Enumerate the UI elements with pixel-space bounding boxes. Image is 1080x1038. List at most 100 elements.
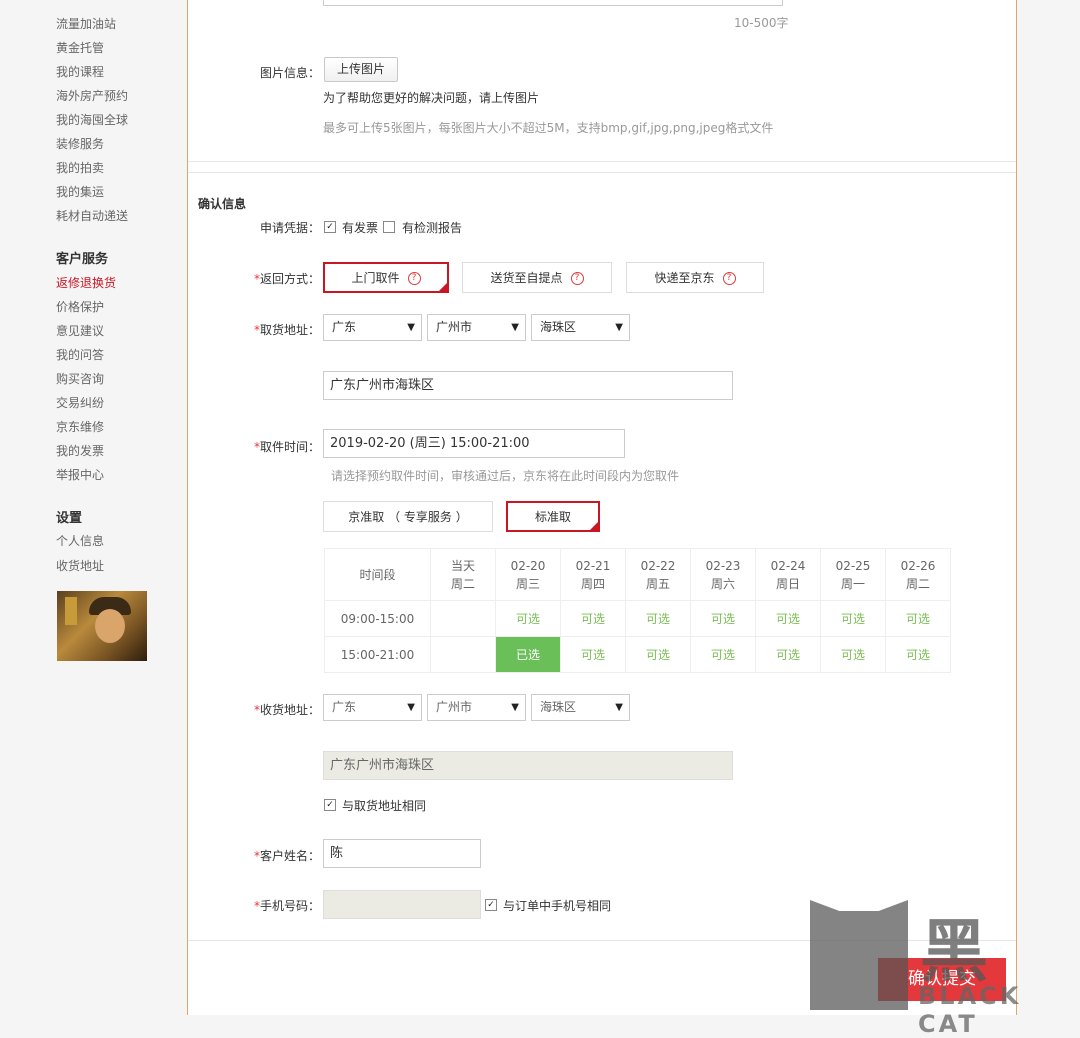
- schedule-cell-available[interactable]: 可选: [495, 600, 561, 637]
- pickup-province-select[interactable]: 广东 ▼: [323, 314, 422, 341]
- receive-address-label: *收货地址：: [254, 703, 321, 717]
- submit-button[interactable]: 确认提交: [878, 958, 1006, 1001]
- schedule-date: 02-24: [770, 558, 806, 573]
- sidebar-nav-item[interactable]: 黄金托管: [56, 39, 104, 56]
- description-textarea[interactable]: [323, 0, 783, 6]
- pickup-time-hint: 请选择预约取件时间，审核通过后，京东将在此时间段内为您取件: [331, 469, 680, 483]
- sidebar-nav-item[interactable]: 流量加油站: [56, 15, 116, 32]
- voucher-label: 申请凭据：: [260, 221, 321, 235]
- customer-name-label: *客户姓名：: [254, 849, 321, 863]
- return-option-pickup[interactable]: 上门取件?: [323, 262, 449, 293]
- selected-corner-icon: [438, 282, 448, 292]
- sidebar-settings-item[interactable]: 收货地址: [56, 557, 104, 574]
- schedule-cell-available[interactable]: 可选: [755, 636, 821, 673]
- receive-district-select[interactable]: 海珠区 ▼: [531, 694, 630, 721]
- sidebar-nav-item[interactable]: 我的集运: [56, 183, 104, 200]
- sidebar-nav-item[interactable]: 我的课程: [56, 63, 104, 80]
- sidebar-service-item[interactable]: 京东维修: [56, 418, 104, 435]
- receive-province-select[interactable]: 广东 ▼: [323, 694, 422, 721]
- sidebar-nav-item[interactable]: 海外房产预约: [56, 87, 128, 104]
- return-option-express[interactable]: 快递至京东?: [626, 262, 764, 293]
- confirm-section-title: 确认信息: [198, 197, 247, 211]
- help-icon[interactable]: ?: [570, 272, 584, 285]
- service-option-standard[interactable]: 标准取: [506, 501, 600, 532]
- pickup-address-label: *取货地址：: [254, 323, 321, 337]
- sidebar-service-item[interactable]: 购买咨询: [56, 370, 104, 387]
- schedule-cell-available[interactable]: 可选: [560, 600, 626, 637]
- dropdown-arrow-icon: ▼: [615, 702, 623, 713]
- schedule-cell-available[interactable]: 可选: [625, 636, 691, 673]
- help-icon[interactable]: ?: [407, 272, 421, 285]
- sidebar-nav-item[interactable]: 装修服务: [56, 135, 104, 152]
- pickup-time-label: *取件时间：: [254, 440, 321, 454]
- sidebar-service-item[interactable]: 我的发票: [56, 442, 104, 459]
- same-address-label: 与取货地址相同: [342, 799, 427, 813]
- schedule-date-header: 02-21 周四: [560, 548, 626, 601]
- dropdown-arrow-icon: ▼: [407, 322, 415, 333]
- user-avatar[interactable]: [57, 591, 147, 661]
- page-margin: [1017, 0, 1080, 1015]
- schedule-cell-available[interactable]: 可选: [560, 636, 626, 673]
- schedule-cell-available[interactable]: 可选: [755, 600, 821, 637]
- sidebar-service-item[interactable]: 价格保护: [56, 298, 104, 315]
- pickup-district-select[interactable]: 海珠区 ▼: [531, 314, 630, 341]
- schedule-cell-available[interactable]: 可选: [690, 600, 756, 637]
- schedule-date: 当天: [450, 558, 475, 573]
- upload-limit: 最多可上传5张图片，每张图片大小不超过5M，支持bmp,gif,jpg,png,…: [323, 121, 774, 135]
- same-address-checkbox[interactable]: ✓: [324, 799, 336, 811]
- sidebar-service-title: 客户服务: [56, 252, 109, 267]
- pickup-time-input[interactable]: 2019-02-20 (周三) 15:00-21:00: [323, 429, 625, 458]
- pickup-city-select[interactable]: 广州市 ▼: [427, 314, 526, 341]
- schedule-date-header: 02-25 周一: [820, 548, 886, 601]
- dropdown-arrow-icon: ▼: [511, 702, 519, 713]
- sidebar-service-item[interactable]: 返修退换货: [56, 274, 116, 291]
- sidebar: 流量加油站黄金托管我的课程海外房产预约 我的海囤全球 装修服务我的拍卖我的集运耗材自…: [0, 0, 166, 1015]
- report-label: 有检测报告: [402, 221, 463, 235]
- schedule-date: 02-25: [835, 558, 871, 573]
- dropdown-arrow-icon: ▼: [615, 322, 623, 333]
- char-count: 10-500字: [734, 16, 789, 30]
- schedule-row: 09:00-15:00 可选 可选 可选 可选 可选 可选 可选: [324, 600, 951, 637]
- sidebar-nav-item[interactable]: 我的海囤全球: [56, 111, 128, 128]
- schedule-weekday: 周四: [580, 576, 605, 591]
- pickup-address-detail-input[interactable]: 广东广州市海珠区: [323, 371, 733, 400]
- phone-input: [323, 890, 481, 919]
- help-icon[interactable]: ?: [722, 272, 736, 285]
- main-panel: 10-500字 图片信息： 上传图片 为了帮助您更好的解决问题，请上传图片 最多…: [187, 0, 1017, 1015]
- schedule-cell-available[interactable]: 可选: [885, 600, 951, 637]
- image-label: 图片信息：: [260, 66, 321, 80]
- selected-corner-icon: [589, 521, 599, 531]
- sidebar-service-item[interactable]: 交易纠纷: [56, 394, 104, 411]
- return-option-selfpickup[interactable]: 送货至自提点?: [462, 262, 612, 293]
- service-option-jingzhunqu[interactable]: 京准取 （ 专享服务 ）: [323, 501, 493, 532]
- schedule-date-header: 02-23 周六: [690, 548, 756, 601]
- schedule-weekday: 周三: [515, 576, 540, 591]
- upload-image-button[interactable]: 上传图片: [324, 57, 398, 82]
- schedule-date-header: 当天 周二: [430, 548, 496, 601]
- sidebar-nav-item[interactable]: 耗材自动递送: [56, 207, 128, 224]
- same-phone-checkbox[interactable]: ✓: [485, 899, 497, 911]
- report-checkbox[interactable]: [383, 221, 395, 233]
- schedule-cell-empty: [430, 636, 496, 673]
- schedule-weekday: 周二: [450, 576, 475, 591]
- schedule-cell-available[interactable]: 可选: [885, 636, 951, 673]
- schedule-slot-label: 15:00-21:00: [324, 636, 431, 673]
- sidebar-service-item[interactable]: 意见建议: [56, 322, 104, 339]
- schedule-cell-available[interactable]: 可选: [820, 636, 886, 673]
- schedule-cell-available[interactable]: 可选: [820, 600, 886, 637]
- schedule-date: 02-26: [900, 558, 936, 573]
- upload-tip: 为了帮助您更好的解决问题，请上传图片: [323, 91, 540, 105]
- sidebar-service-item[interactable]: 我的问答: [56, 346, 104, 363]
- sidebar-nav-item[interactable]: 我的拍卖: [56, 159, 104, 176]
- schedule-cell-available[interactable]: 可选: [690, 636, 756, 673]
- receive-city-select[interactable]: 广州市 ▼: [427, 694, 526, 721]
- sidebar-settings-item[interactable]: 个人信息: [56, 532, 104, 549]
- invoice-checkbox[interactable]: ✓: [324, 221, 336, 233]
- receive-address-detail-input: 广东广州市海珠区: [323, 751, 733, 780]
- schedule-cell-available[interactable]: 可选: [625, 600, 691, 637]
- schedule-cell-selected[interactable]: 已选: [495, 636, 561, 673]
- customer-name-input[interactable]: 陈: [323, 839, 481, 868]
- sidebar-settings-title: 设置: [56, 511, 83, 526]
- schedule-weekday: 周六: [710, 576, 735, 591]
- sidebar-service-item[interactable]: 举报中心: [56, 466, 104, 483]
